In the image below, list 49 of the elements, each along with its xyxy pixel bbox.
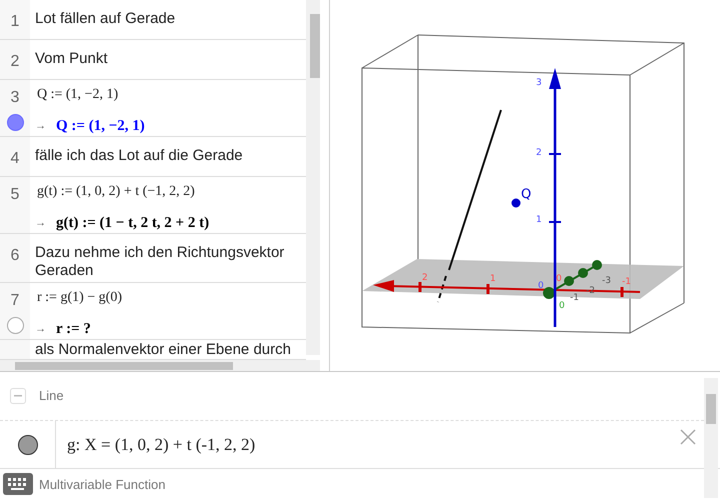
close-icon[interactable] bbox=[680, 429, 696, 445]
cas-output: r := ? bbox=[56, 320, 91, 339]
cas-text: Vom Punkt bbox=[35, 50, 109, 68]
arrow-icon: → bbox=[35, 118, 46, 134]
axis-label: 0 bbox=[559, 301, 565, 311]
cas-input[interactable]: Q := (1, −2, 1) bbox=[37, 84, 118, 105]
group-header: Line bbox=[39, 387, 64, 406]
axis-label: 3 bbox=[536, 78, 542, 88]
axis-label: 2 bbox=[422, 273, 428, 283]
row-number: 4 bbox=[10, 149, 20, 169]
axis-label: 0 bbox=[556, 274, 562, 284]
cas-text: als Normalenvektor einer Ebene durch bbox=[35, 341, 292, 359]
collapse-button[interactable] bbox=[10, 388, 26, 404]
row-number: 6 bbox=[10, 246, 20, 266]
arrow-icon: → bbox=[35, 215, 46, 232]
formula-input[interactable]: g: X = (1, 0, 2) + t (-1, 2, 2) bbox=[67, 432, 256, 458]
vertical-scrollbar[interactable] bbox=[704, 378, 718, 498]
row-number: 5 bbox=[10, 185, 20, 205]
cas-text: fälle ich das Lot auf die Gerade bbox=[35, 147, 244, 165]
row-number: 2 bbox=[10, 52, 20, 72]
axis-label: -1 bbox=[622, 277, 631, 287]
minus-icon bbox=[14, 395, 22, 397]
axis-label: 2 bbox=[536, 148, 542, 158]
cas-input[interactable]: r := g(1) − g(0) bbox=[37, 287, 122, 308]
group-header: Multivariable Function bbox=[39, 476, 166, 494]
axis-label: 1 bbox=[536, 215, 542, 225]
axis-label: 1 bbox=[490, 274, 496, 284]
cas-output: Q := (1, −2, 1) bbox=[56, 117, 145, 136]
cas-text: Lot fällen auf Gerade bbox=[35, 10, 176, 28]
vertical-scrollbar[interactable] bbox=[306, 0, 320, 355]
row-number: 3 bbox=[10, 88, 20, 108]
cas-input[interactable]: g(t) := (1, 0, 2) + t (−1, 2, 2) bbox=[37, 181, 195, 202]
visibility-toggle[interactable] bbox=[6, 114, 24, 131]
visibility-toggle[interactable] bbox=[18, 434, 38, 454]
axis-label: -2 bbox=[586, 286, 595, 296]
y-axis bbox=[543, 260, 602, 299]
point-q[interactable] bbox=[512, 198, 520, 208]
axis-label: 0 bbox=[538, 281, 544, 291]
visibility-toggle[interactable] bbox=[6, 317, 24, 334]
point-label: Q bbox=[521, 187, 532, 202]
cas-text: Dazu nehme ich den Richtungsvektor Geraden bbox=[35, 244, 286, 280]
cas-output: g(t) := (1 − t, 2 t, 2 + 2 t) bbox=[56, 214, 210, 233]
horizontal-scrollbar[interactable] bbox=[0, 360, 320, 371]
keyboard-icon[interactable] bbox=[3, 473, 33, 495]
axis-label: -3 bbox=[602, 276, 611, 286]
row-number: 7 bbox=[10, 291, 20, 311]
row-number: 1 bbox=[10, 12, 20, 32]
axis-label: -1 bbox=[570, 293, 579, 303]
arrow-icon: → bbox=[35, 321, 46, 338]
